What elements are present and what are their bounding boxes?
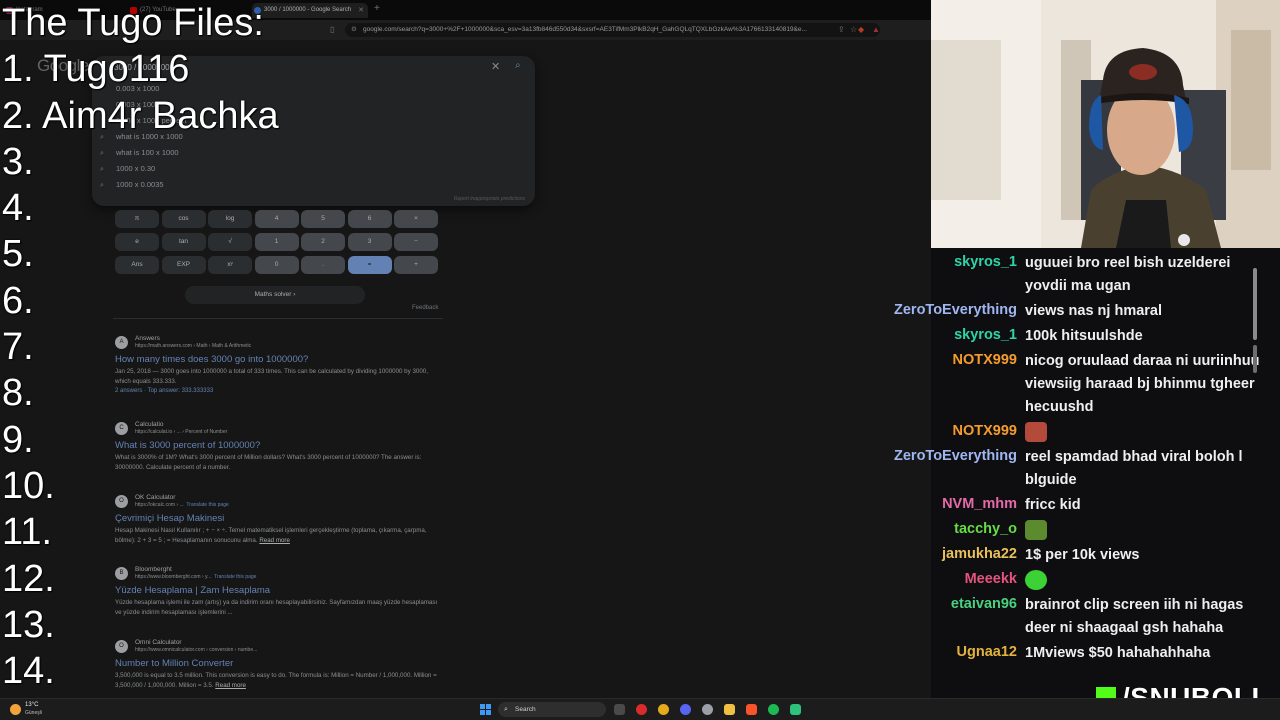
overlay-entry: 4.	[2, 187, 34, 230]
frog-emote	[1025, 520, 1047, 541]
chat-username[interactable]: ZeroToEverything	[894, 448, 1017, 464]
chat-username[interactable]: Ugnaa12	[957, 644, 1017, 660]
chat-message: NVM_mhm fricc kid	[880, 494, 1260, 517]
tugo-files-overlay: The Tugo Files: 1. Tugo116 2. Aim4r Bach…	[2, 0, 422, 694]
clear-icon[interactable]: ✕	[491, 60, 500, 73]
chat-message: jamukha22 1$ per 10k views	[880, 544, 1260, 567]
webcam-feed	[931, 0, 1280, 248]
taskbar-search[interactable]: ⌕ Search	[498, 702, 606, 717]
spotify-icon[interactable]	[768, 704, 779, 715]
task-view-icon[interactable]	[614, 704, 625, 715]
chat-username[interactable]: etaivan96	[951, 596, 1017, 612]
weather-description[interactable]: Güneşli	[25, 710, 42, 716]
streamer-webcam-image	[931, 0, 1280, 248]
sun-icon[interactable]	[10, 704, 21, 715]
chat-message-body: reel spamdad bhad viral boloh l blguide	[1025, 449, 1243, 488]
chat-message-body: 1Mviews $50 hahahahhaha	[1025, 645, 1211, 661]
windows-start-icon[interactable]	[480, 704, 491, 715]
chat-message-body: brainrot clip screen iih ni hagas deer n…	[1025, 597, 1244, 636]
settings-icon[interactable]	[702, 704, 713, 715]
overlay-entry: 13.	[2, 603, 55, 646]
discord-icon[interactable]	[680, 704, 691, 715]
chat-message-body: views nas nj hmaral	[1025, 303, 1163, 319]
chat-message: ZeroToEverything reel spamdad bhad viral …	[880, 446, 1260, 492]
chat-message-body	[1025, 421, 1260, 444]
stream-frame: Instagram (27) YouTube 3000 / 1000000 - …	[0, 0, 1280, 720]
chat-message-body: uguuei bro reel bish uzelderei yovdii ma…	[1025, 255, 1231, 294]
chat-message: NOTX999	[880, 421, 1260, 444]
face-emote	[1025, 422, 1047, 443]
brave-icon[interactable]	[746, 704, 757, 715]
overlay-entry: 3.	[2, 140, 34, 183]
overlay-entry: 6.	[2, 279, 34, 322]
chat-message: Ugnaa12 1Mviews $50 hahahahhaha	[880, 642, 1260, 665]
overlay-entry: 14.	[2, 650, 55, 693]
overlay-entry: 8.	[2, 372, 34, 415]
chat-message-body	[1025, 569, 1260, 592]
chat-panel: skyros_1 uguuei bro reel bish uzelderei y…	[880, 250, 1260, 670]
chat-username[interactable]: NVM_mhm	[942, 496, 1017, 512]
chat-username[interactable]: jamukha22	[942, 546, 1017, 562]
chat-message: skyros_1 100k hitsuulshde	[880, 325, 1260, 348]
search-icon[interactable]: ⌕	[515, 60, 521, 71]
chat-message-body: nicog oruulaad daraa ni uuriinhuu viewsi…	[1025, 353, 1260, 415]
chat-username[interactable]: Meeekk	[965, 571, 1017, 587]
file-explorer-icon[interactable]	[724, 704, 735, 715]
overlay-entry: 1. Tugo116	[2, 48, 190, 91]
chat-message: ZeroToEverything views nas nj hmaral	[880, 300, 1260, 323]
url-field[interactable]: ⚙ google.com/search?q=3000+%2F+1000000&s…	[345, 23, 880, 37]
overlay-entry: 7.	[2, 326, 34, 369]
weather-temperature[interactable]: 13°C	[25, 702, 38, 708]
chat-message: skyros_1 uguuei bro reel bish uzelderei y…	[880, 252, 1260, 298]
chat-message: tacchy_o	[880, 519, 1260, 542]
chat-username[interactable]: skyros_1	[954, 327, 1017, 343]
windows-taskbar: 13°C Güneşli ⌕ Search	[0, 698, 1280, 720]
opera-icon[interactable]	[636, 704, 647, 715]
overlay-entry: 5.	[2, 233, 34, 276]
chrome-icon[interactable]	[658, 704, 669, 715]
overlay-entry: 10.	[2, 464, 55, 507]
brave-rewards-icon[interactable]: ▲	[872, 23, 880, 37]
overlay-entry: 12.	[2, 557, 55, 600]
chat-scrollbar[interactable]	[1253, 268, 1257, 340]
search-icon: ⌕	[504, 706, 508, 713]
chat-scrollbar-track[interactable]	[1253, 345, 1257, 373]
overlay-entry: 11.	[2, 511, 53, 554]
chat-username[interactable]: NOTX999	[953, 352, 1017, 368]
brave-shield-icon[interactable]: ◆	[858, 23, 864, 37]
url-text: google.com/search?q=3000+%2F+1000000&sca…	[363, 26, 807, 33]
chat-username[interactable]: ZeroToEverything	[894, 302, 1017, 318]
chat-message: NOTX999 nicog oruulaad daraa ni uuriinhuu…	[880, 350, 1260, 419]
report-predictions-link[interactable]: Report inappropriate predictions	[454, 196, 525, 202]
overlay-title: The Tugo Files:	[2, 2, 264, 44]
overlay-entry: 2. Aim4r Bachka	[2, 94, 279, 137]
chat-message-body: fricc kid	[1025, 497, 1081, 513]
share-icon[interactable]: ⇪	[838, 23, 845, 37]
chat-username[interactable]: tacchy_o	[954, 521, 1017, 537]
chat-message-body: 100k hitsuulshde	[1025, 328, 1143, 344]
chat-username[interactable]: NOTX999	[953, 423, 1017, 439]
app-icon[interactable]	[790, 704, 801, 715]
green-blob-emote	[1025, 570, 1047, 591]
chat-message: Meeekk	[880, 569, 1260, 592]
overlay-entry: 9.	[2, 418, 34, 461]
chat-message-body	[1025, 519, 1260, 542]
chat-message-body: 1$ per 10k views	[1025, 547, 1140, 563]
chat-username[interactable]: skyros_1	[954, 254, 1017, 270]
chat-message: etaivan96 brainrot clip screen iih ni hag…	[880, 594, 1260, 640]
star-icon[interactable]: ☆	[850, 23, 857, 37]
